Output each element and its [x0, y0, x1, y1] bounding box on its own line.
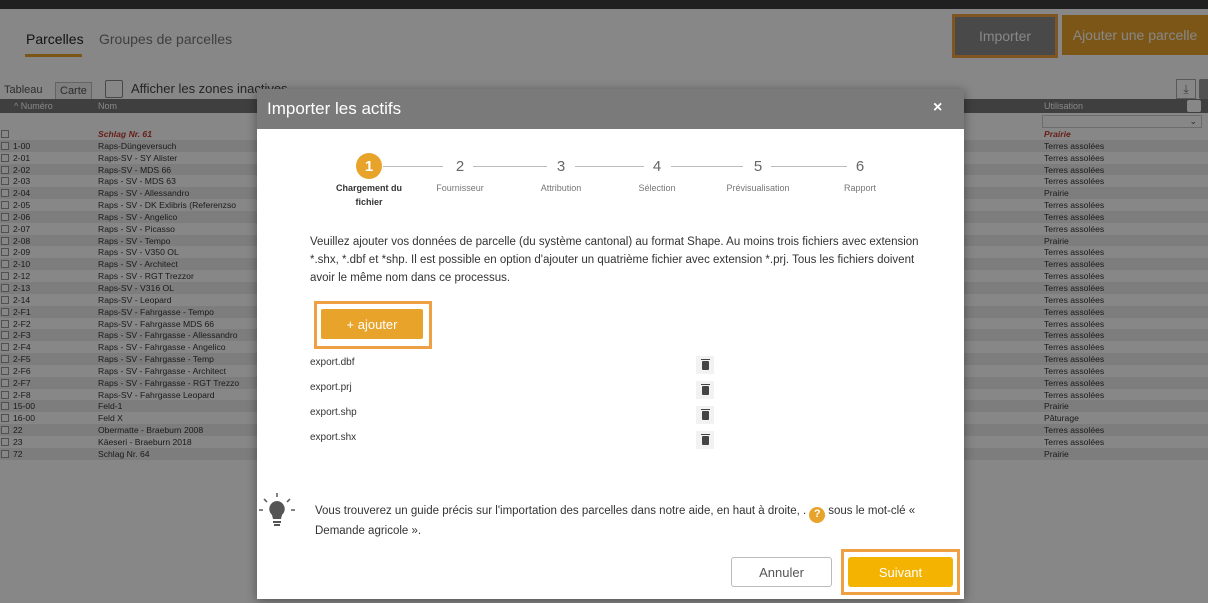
file-item-name: export.shp: [310, 407, 357, 418]
step-connector: [473, 166, 547, 167]
step-1-indicator: 1: [356, 153, 382, 179]
lightbulb-icon: [259, 493, 295, 526]
help-hint-text-start: Vous trouverez un guide précis sur l'imp…: [315, 505, 807, 517]
step-2-indicator: 2: [447, 153, 473, 179]
step-connector: [671, 166, 743, 167]
file-item-name: export.dbf: [310, 357, 355, 368]
cancel-button[interactable]: Annuler: [731, 557, 832, 587]
step-4-label: Sélection: [638, 183, 676, 193]
delete-file-icon[interactable]: [696, 356, 714, 374]
import-instructions: Veuillez ajouter vos données de parcelle…: [310, 236, 919, 284]
step-6-label: Rapport: [843, 183, 877, 193]
file-item-name: export.shx: [310, 432, 357, 443]
step-3-label: Attribution: [540, 183, 582, 193]
step-5-label: Prévisualisation: [726, 183, 790, 193]
delete-file-icon[interactable]: [696, 381, 714, 399]
modal-title: Importer les actifs: [267, 99, 402, 118]
delete-file-icon[interactable]: [696, 431, 714, 449]
import-modal: Importer les actifs × 1 2 3 4 5 6 Charge…: [257, 89, 964, 599]
close-icon[interactable]: ×: [933, 99, 942, 117]
file-item-name: export.prj: [310, 382, 352, 393]
step-4-indicator: 4: [644, 153, 670, 179]
add-file-button[interactable]: + ajouter: [321, 309, 423, 339]
step-connector: [383, 166, 443, 167]
step-connector: [771, 166, 847, 167]
step-6-indicator: 6: [847, 153, 873, 179]
help-question-icon: ?: [809, 506, 826, 523]
next-button[interactable]: Suivant: [848, 557, 953, 587]
step-2-label: Fournisseur: [436, 183, 484, 193]
modal-header: Importer les actifs ×: [257, 89, 964, 129]
step-1-label: Chargement du fichier: [335, 183, 402, 207]
step-connector: [575, 166, 645, 167]
step-5-indicator: 5: [745, 153, 771, 179]
delete-file-icon[interactable]: [696, 406, 714, 424]
step-3-indicator: 3: [548, 153, 574, 179]
help-hint: Vous trouverez un guide précis sur l'imp…: [315, 503, 955, 540]
